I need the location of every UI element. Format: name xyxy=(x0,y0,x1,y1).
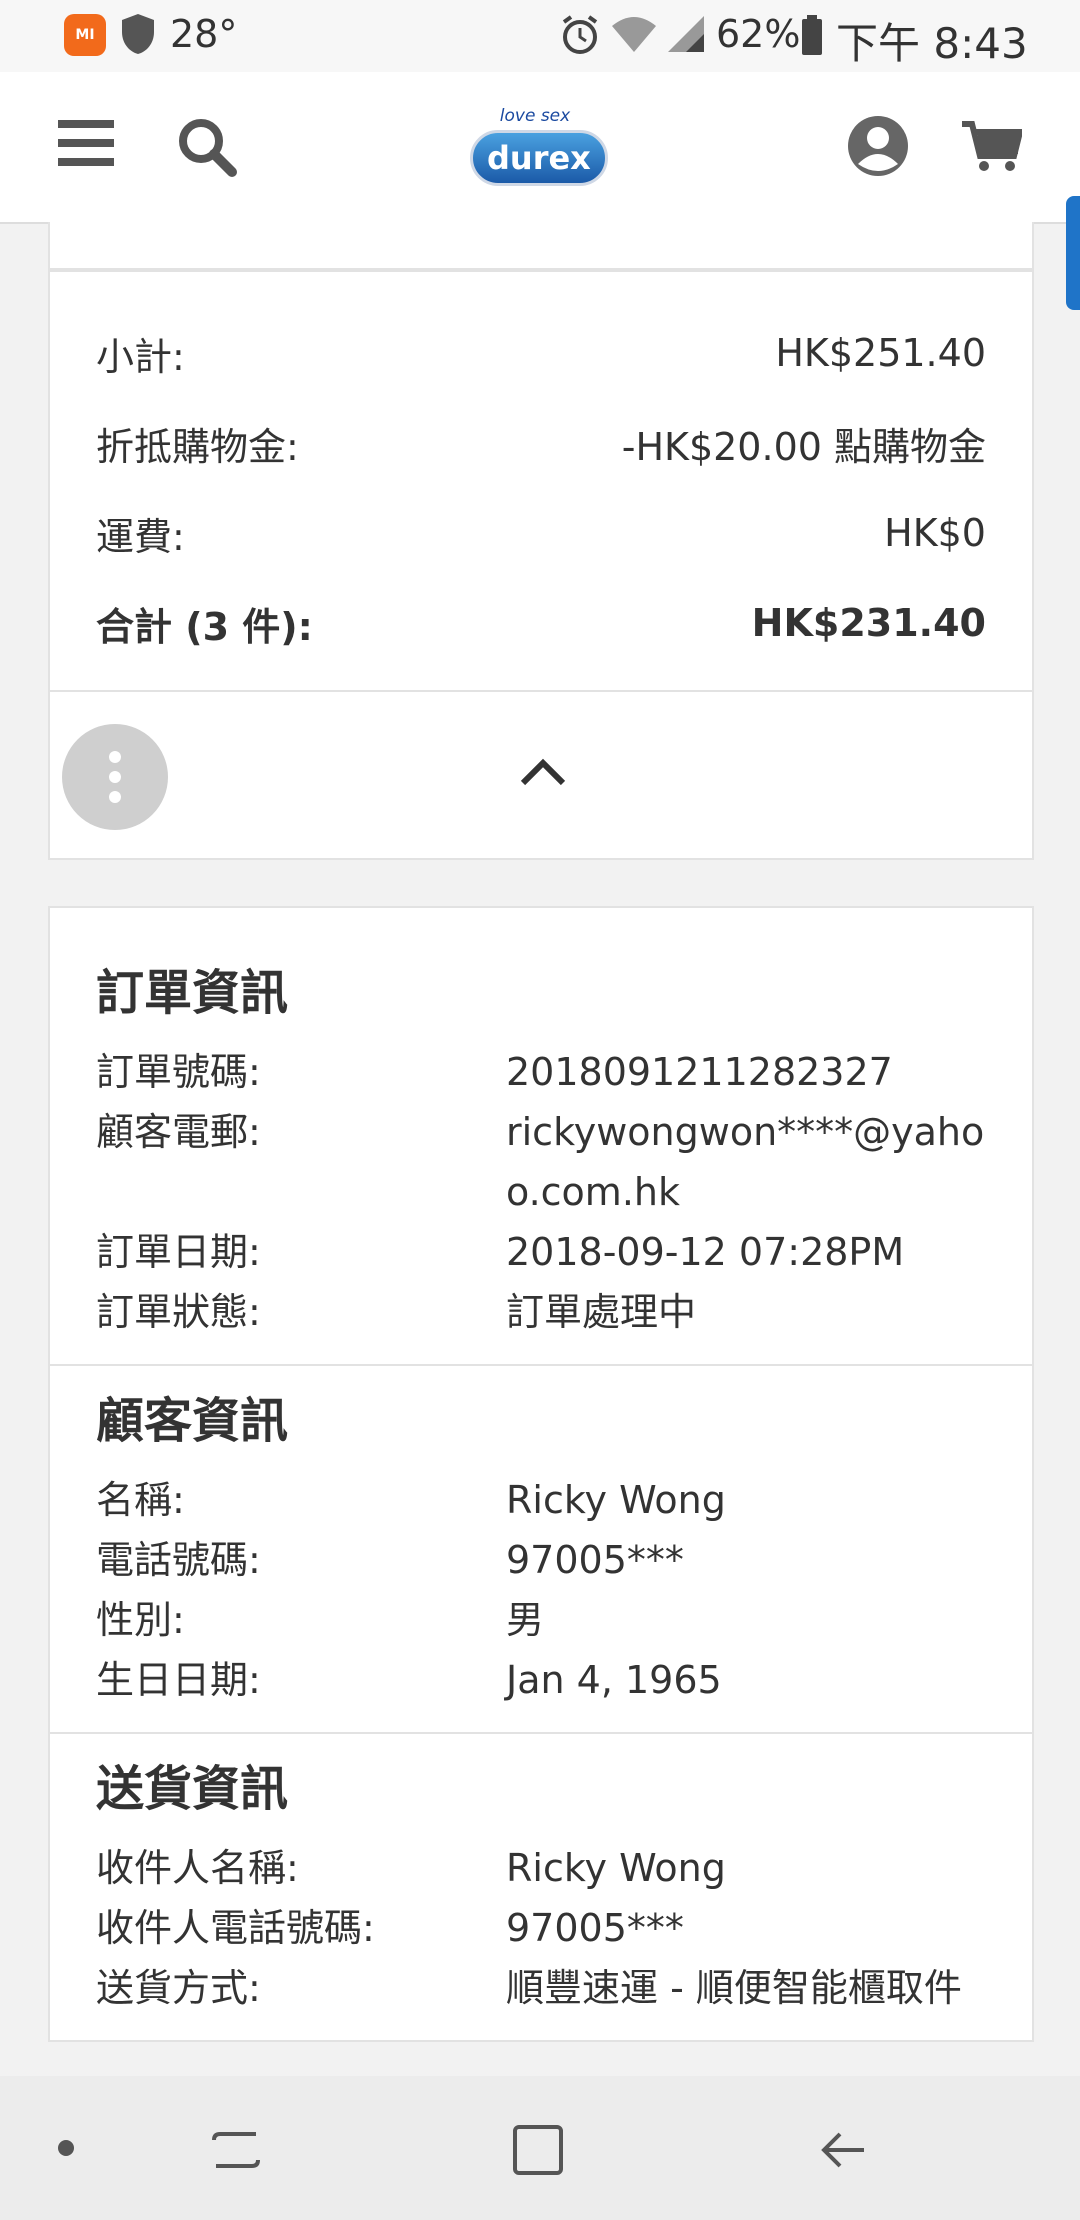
subtotal-label: 小計: xyxy=(96,334,185,379)
customer-gender-row: 性別: 男 xyxy=(96,1590,986,1650)
recipient-phone-row: 收件人電話號碼: 97005*** xyxy=(96,1898,986,1958)
recents-icon[interactable] xyxy=(208,2122,264,2178)
battery-icon xyxy=(802,15,822,55)
search-icon[interactable] xyxy=(176,116,238,178)
subtotal-row: 小計: HK$251.40 xyxy=(96,308,986,398)
order-status-label: 訂單狀態: xyxy=(96,1290,261,1334)
order-number-value: 2018091211282327 xyxy=(506,1050,893,1094)
customer-phone-value: 97005*** xyxy=(506,1538,684,1582)
customer-birthday-label: 生日日期: xyxy=(96,1658,261,1702)
customer-email-value: rickywongwon****@yahoo.com.hk xyxy=(506,1110,985,1214)
account-icon[interactable] xyxy=(846,114,910,178)
logo-tagline: love sex xyxy=(499,106,571,126)
customer-gender-value: 男 xyxy=(506,1598,545,1642)
durex-logo[interactable]: love sex durex xyxy=(470,98,608,198)
menu-icon[interactable] xyxy=(58,120,114,166)
order-info-section: 訂單資訊 訂單號碼: 2018091211282327 顧客電郵: rickyw… xyxy=(50,958,1032,1364)
signal-icon xyxy=(668,16,704,52)
shield-icon xyxy=(122,14,154,54)
delivery-info-title: 送貨資訊 xyxy=(96,1761,289,1817)
clock: 下午 8:43 xyxy=(836,19,1028,68)
recipient-name-value: Ricky Wong xyxy=(506,1846,726,1890)
customer-name-label: 名稱: xyxy=(96,1478,185,1522)
customer-info-title: 顧客資訊 xyxy=(96,1393,289,1449)
nav-dot-icon xyxy=(58,2140,74,2156)
order-details-card: 訂單資訊 訂單號碼: 2018091211282327 顧客電郵: rickyw… xyxy=(48,906,1034,2042)
previous-card-bottom xyxy=(48,222,1034,270)
home-icon[interactable] xyxy=(510,2122,566,2178)
shipping-value: HK$0 xyxy=(884,511,986,555)
cart-icon[interactable] xyxy=(962,120,1022,174)
order-date-value: 2018-09-12 07:28PM xyxy=(506,1230,905,1274)
order-status-row: 訂單狀態: 訂單處理中 xyxy=(96,1282,986,1342)
customer-name-value: Ricky Wong xyxy=(506,1478,726,1522)
customer-name-row: 名稱: Ricky Wong xyxy=(96,1470,986,1530)
total-label: 合計 (3 件): xyxy=(96,604,313,649)
delivery-method-value: 順豐速運 - 順便智能櫃取件 xyxy=(506,1966,962,2010)
customer-info-section: 顧客資訊 名稱: Ricky Wong 電話號碼: 97005*** 性別: 男… xyxy=(50,1364,1032,1732)
recipient-phone-value: 97005*** xyxy=(506,1906,684,1950)
order-content: 小計: HK$251.40 折抵購物金: -HK$20.00 點購物金 運費: … xyxy=(48,222,1034,2042)
credit-label: 折抵購物金: xyxy=(96,424,299,469)
recipient-name-label: 收件人名稱: xyxy=(96,1846,299,1890)
status-bar: MI 28° 62% 下午 8:43 xyxy=(0,0,1080,72)
back-icon[interactable] xyxy=(816,2122,872,2178)
customer-gender-label: 性別: xyxy=(96,1598,185,1642)
battery-percent: 62% xyxy=(716,12,801,56)
credit-row: 折抵購物金: -HK$20.00 點購物金 xyxy=(96,398,986,488)
alarm-icon xyxy=(562,15,598,54)
side-feedback-tab[interactable] xyxy=(1066,196,1080,310)
collapse-panel xyxy=(48,692,1034,860)
customer-birthday-value: Jan 4, 1965 xyxy=(506,1658,722,1702)
temperature: 28° xyxy=(170,12,238,56)
order-date-row: 訂單日期: 2018-09-12 07:28PM xyxy=(96,1222,986,1282)
system-nav-bar xyxy=(0,2076,1080,2220)
total-row: 合計 (3 件): HK$231.40 xyxy=(96,578,986,668)
order-number-label: 訂單號碼: xyxy=(96,1050,261,1094)
order-info-title: 訂單資訊 xyxy=(96,965,289,1021)
wifi-icon xyxy=(612,17,656,52)
subtotal-value: HK$251.40 xyxy=(775,331,986,375)
order-number-row: 訂單號碼: 2018091211282327 xyxy=(96,1042,986,1102)
logo-brand: durex xyxy=(470,130,608,186)
customer-phone-row: 電話號碼: 97005*** xyxy=(96,1530,986,1590)
recipient-phone-label: 收件人電話號碼: xyxy=(96,1906,375,1950)
total-value: HK$231.40 xyxy=(751,601,986,645)
shipping-label: 運費: xyxy=(96,514,185,559)
order-status-value: 訂單處理中 xyxy=(506,1290,697,1334)
order-date-label: 訂單日期: xyxy=(96,1230,261,1274)
credit-value: -HK$20.00 點購物金 xyxy=(621,424,986,469)
order-totals: 小計: HK$251.40 折抵購物金: -HK$20.00 點購物金 運費: … xyxy=(48,270,1034,692)
customer-phone-label: 電話號碼: xyxy=(96,1538,261,1582)
site-header: love sex durex xyxy=(0,72,1080,224)
recipient-name-row: 收件人名稱: Ricky Wong xyxy=(96,1838,986,1898)
more-options-button[interactable] xyxy=(62,724,168,830)
customer-birthday-row: 生日日期: Jan 4, 1965 xyxy=(96,1650,986,1710)
mi-app-icon: MI xyxy=(64,14,106,56)
delivery-info-section: 送貨資訊 收件人名稱: Ricky Wong 收件人電話號碼: 97005***… xyxy=(50,1732,1032,2040)
shipping-row: 運費: HK$0 xyxy=(96,488,986,578)
customer-email-label: 顧客電郵: xyxy=(96,1110,261,1154)
customer-email-row: 顧客電郵: rickywongwon****@yahoo.com.hk xyxy=(96,1102,986,1222)
chevron-up-icon[interactable] xyxy=(520,758,566,786)
delivery-method-label: 送貨方式: xyxy=(96,1966,261,2010)
delivery-method-row: 送貨方式: 順豐速運 - 順便智能櫃取件 xyxy=(96,1958,986,2018)
